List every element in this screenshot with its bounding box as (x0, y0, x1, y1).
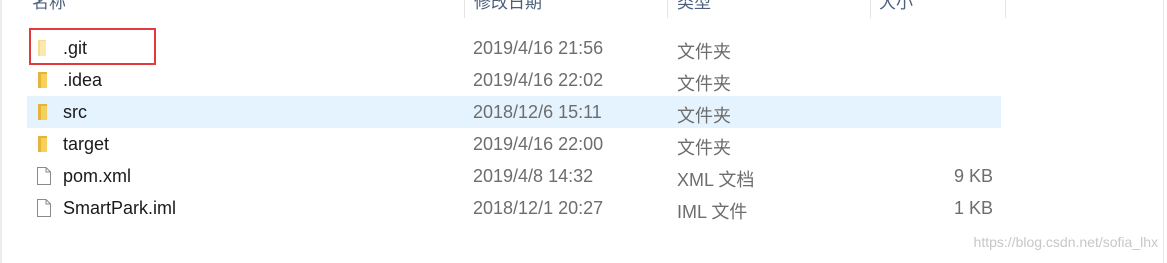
file-modified-date: 2019/4/16 21:56 (473, 38, 604, 58)
file-type: 文件夹 (677, 74, 731, 94)
watermark-text: https://blog.csdn.net/sofia_lhx (973, 234, 1158, 250)
file-name: SmartPark.iml (63, 198, 177, 218)
file-name: pom.xml (63, 166, 132, 186)
file-row-pom[interactable]: pom.xml 2019/4/8 14:32 XML 文档 9 KB (27, 160, 1001, 192)
file-modified-date: 2018/12/1 20:27 (473, 198, 604, 218)
file-name: target (63, 134, 110, 154)
file-type: 文件夹 (677, 42, 731, 62)
file-size: 9 KB (953, 166, 993, 186)
file-row-src[interactable]: src 2018/12/6 15:11 文件夹 (27, 96, 1001, 128)
column-header-type[interactable]: 类型 (677, 0, 711, 18)
column-header-row: 名称 修改日期 类型 大小 (0, 0, 1010, 18)
file-icon (37, 167, 51, 185)
column-divider[interactable] (464, 0, 465, 18)
file-explorer-view: 名称 修改日期 类型 大小 .git 2019/4/16 21:56 文件夹 .… (0, 0, 1167, 263)
column-header-name[interactable]: 名称 (32, 0, 66, 18)
file-row-target[interactable]: target 2019/4/16 22:00 文件夹 (27, 128, 1001, 160)
file-modified-date: 2018/12/6 15:11 (473, 102, 602, 122)
file-size: 1 KB (953, 198, 993, 218)
file-name: .idea (63, 70, 103, 90)
file-row-git[interactable]: .git 2019/4/16 21:56 文件夹 (27, 32, 1001, 64)
file-row-idea[interactable]: .idea 2019/4/16 22:02 文件夹 (27, 64, 1001, 96)
folder-icon (38, 72, 47, 88)
folder-icon (38, 136, 47, 152)
file-modified-date: 2019/4/16 22:02 (473, 70, 604, 90)
file-modified-date: 2019/4/8 14:32 (473, 166, 594, 186)
file-type: IML 文件 (677, 202, 748, 222)
file-icon (37, 199, 51, 217)
file-row-smartpark-iml[interactable]: SmartPark.iml 2018/12/1 20:27 IML 文件 1 K… (27, 192, 1001, 224)
red-highlight-annotation (29, 28, 156, 65)
file-list: .git 2019/4/16 21:56 文件夹 .idea 2019/4/16… (27, 32, 1001, 224)
file-type: 文件夹 (677, 106, 731, 126)
column-header-date[interactable]: 修改日期 (474, 0, 542, 18)
file-name: src (63, 102, 87, 122)
pane-left-border (0, 0, 2, 263)
file-type: XML 文档 (677, 170, 755, 190)
column-header-size[interactable]: 大小 (879, 0, 913, 18)
folder-icon (38, 104, 47, 120)
column-divider[interactable] (1005, 0, 1006, 18)
pane-right-border (1163, 0, 1164, 263)
column-divider[interactable] (870, 0, 871, 18)
file-modified-date: 2019/4/16 22:00 (473, 134, 604, 154)
file-type: 文件夹 (677, 138, 731, 158)
column-divider[interactable] (667, 0, 668, 18)
